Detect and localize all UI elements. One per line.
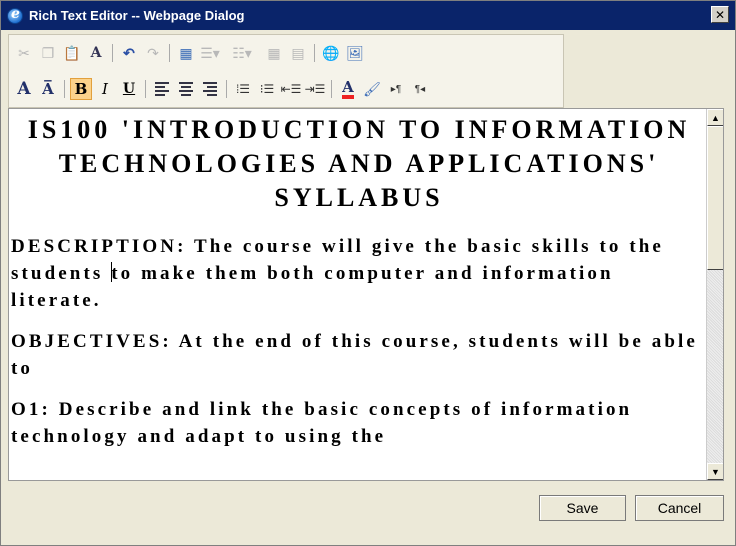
align-right-icon[interactable] bbox=[199, 78, 221, 100]
rich-text-editor-dialog: Rich Text Editor -- Webpage Dialog ✕ ✂ ❐… bbox=[0, 0, 736, 546]
objective-o1-paragraph: O1: Describe and link the basic concepts… bbox=[11, 399, 633, 447]
insert-table-icon[interactable]: ▦ bbox=[175, 42, 197, 64]
italic-icon[interactable]: I bbox=[94, 78, 116, 100]
toolbar-separator bbox=[314, 44, 315, 62]
cancel-button[interactable]: Cancel bbox=[635, 495, 724, 521]
redo-icon[interactable]: ↷ bbox=[142, 42, 164, 64]
toolbar-separator bbox=[226, 80, 227, 98]
rtl-icon[interactable]: ¶◂ bbox=[409, 78, 431, 100]
toolbar-separator bbox=[112, 44, 113, 62]
indent-icon[interactable]: ⇥☰ bbox=[304, 78, 326, 100]
outdent-icon[interactable]: ⇤☰ bbox=[280, 78, 302, 100]
font-size-icon[interactable]: A̅ bbox=[37, 78, 59, 100]
save-button[interactable]: Save bbox=[539, 495, 626, 521]
scroll-down-button[interactable]: ▼ bbox=[707, 463, 723, 480]
paste-icon[interactable]: 📋 bbox=[61, 42, 83, 64]
toolbar-separator bbox=[331, 80, 332, 98]
toolbar-row-1: ✂ ❐ 📋 A ↶ ↷ ▦ ☰▾ ☷▾ ▦ ▤ 🌐 🖼 bbox=[13, 39, 366, 67]
editor-area[interactable]: IS100 'INTRODUCTION TO INFORMATION TECHN… bbox=[8, 108, 724, 481]
ie-logo-icon bbox=[7, 6, 23, 24]
close-button[interactable]: ✕ bbox=[711, 6, 729, 23]
underline-icon[interactable]: U bbox=[118, 78, 140, 100]
toolbar-row-2: A A̅ B I U ⁞☰ ⁝☰ ⇤☰ ⇥☰ A 🖌 ▸¶ ¶◂ bbox=[13, 75, 431, 103]
insert-image-icon[interactable]: 🖼 bbox=[344, 42, 366, 64]
toolbar-separator bbox=[169, 44, 170, 62]
undo-icon[interactable]: ↶ bbox=[118, 42, 140, 64]
scroll-up-button[interactable]: ▲ bbox=[707, 109, 723, 126]
editor-toolbar: ✂ ❐ 📋 A ↶ ↷ ▦ ☰▾ ☷▾ ▦ ▤ 🌐 🖼 A A̅ B I U ⁞… bbox=[8, 34, 564, 108]
align-left-icon[interactable] bbox=[151, 78, 173, 100]
scrollbar-thumb[interactable] bbox=[707, 126, 723, 270]
table-column-icon[interactable]: ☷▾ bbox=[231, 42, 253, 64]
vertical-scrollbar[interactable]: ▲ ▼ bbox=[706, 109, 723, 480]
ordered-list-icon[interactable]: ⁞☰ bbox=[232, 78, 254, 100]
insert-link-icon[interactable]: 🌐 bbox=[320, 42, 342, 64]
highlight-color-icon[interactable]: 🖌 bbox=[361, 78, 383, 100]
font-icon[interactable]: A bbox=[13, 78, 35, 100]
copy-icon[interactable]: ❐ bbox=[37, 42, 59, 64]
ltr-icon[interactable]: ▸¶ bbox=[385, 78, 407, 100]
document-title: IS100 'INTRODUCTION TO INFORMATION TECHN… bbox=[27, 115, 691, 212]
table-grid-icon[interactable]: ▦ bbox=[263, 42, 285, 64]
toolbar-separator bbox=[64, 80, 65, 98]
spellcheck-icon[interactable]: A bbox=[85, 42, 107, 64]
table-props-icon[interactable]: ▤ bbox=[287, 42, 309, 64]
unordered-list-icon[interactable]: ⁝☰ bbox=[256, 78, 278, 100]
editor-content[interactable]: IS100 'INTRODUCTION TO INFORMATION TECHN… bbox=[11, 111, 707, 450]
window-title: Rich Text Editor -- Webpage Dialog bbox=[29, 8, 245, 23]
cut-icon[interactable]: ✂ bbox=[13, 42, 35, 64]
arrow-down-icon: ▼ bbox=[711, 466, 720, 477]
arrow-up-icon: ▲ bbox=[711, 112, 720, 123]
description-paragraph: DESCRIPTION: The course will give the ba… bbox=[11, 233, 707, 314]
toolbar-separator bbox=[145, 80, 146, 98]
objectives-paragraph: OBJECTIVES: At the end of this course, s… bbox=[11, 331, 698, 379]
table-row-icon[interactable]: ☰▾ bbox=[199, 42, 221, 64]
title-bar[interactable]: Rich Text Editor -- Webpage Dialog ✕ bbox=[1, 1, 735, 30]
font-color-icon[interactable]: A bbox=[337, 78, 359, 100]
align-center-icon[interactable] bbox=[175, 78, 197, 100]
close-icon: ✕ bbox=[714, 7, 726, 22]
bold-icon[interactable]: B bbox=[70, 78, 92, 100]
